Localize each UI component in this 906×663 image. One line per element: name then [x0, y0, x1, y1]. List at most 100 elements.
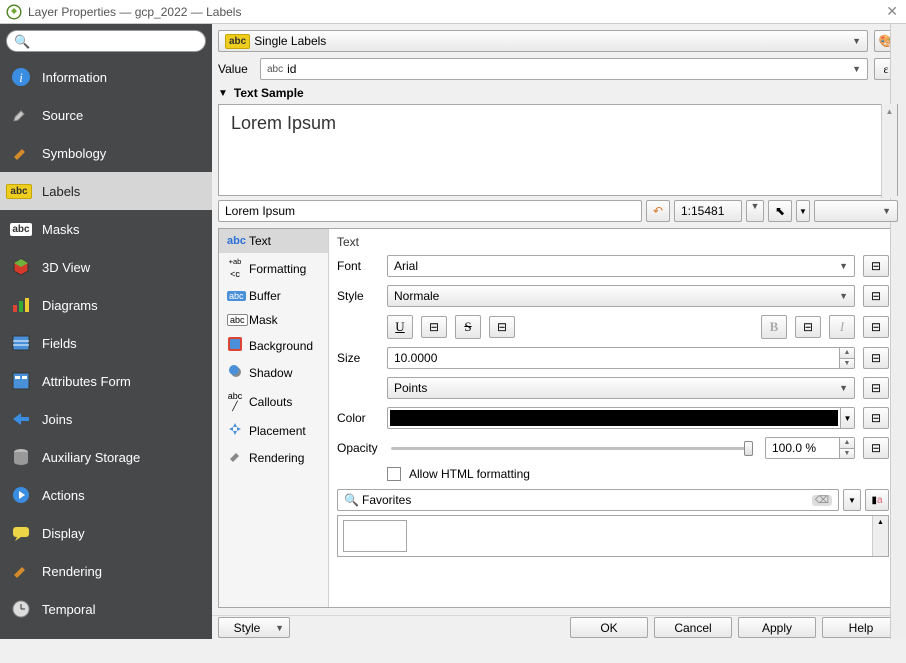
disclosure-triangle-icon: ▼	[218, 88, 228, 99]
favorites-scrollbar[interactable]: ▲	[872, 516, 888, 556]
tab-callouts[interactable]: abc╱Callouts	[219, 386, 328, 417]
spin-down[interactable]: ▼	[840, 449, 854, 459]
usb-row: U ⊟ S ⊟ B ⊟ I ⊟	[337, 315, 889, 339]
style-manager-button[interactable]: ▮a	[865, 489, 889, 511]
sidebar-item-rendering[interactable]: Rendering	[0, 552, 212, 590]
style-select[interactable]: Normale▼	[387, 285, 855, 307]
cancel-button[interactable]: Cancel	[654, 617, 732, 638]
bold-button[interactable]: B	[761, 315, 787, 339]
font-value: Arial	[394, 259, 418, 273]
sidebar-item-label: Joins	[42, 412, 72, 427]
sidebar-item-symbology[interactable]: Symbology	[0, 134, 212, 172]
unit-data-defined-button[interactable]: ⊟	[863, 377, 889, 399]
sidebar-item-information[interactable]: iInformation	[0, 58, 212, 96]
tab-placement[interactable]: Placement	[219, 417, 328, 444]
apply-button[interactable]: Apply	[738, 617, 816, 638]
style-menu-button[interactable]: Style▼	[218, 617, 290, 638]
sidebar-item-attributes-form[interactable]: Attributes Form	[0, 362, 212, 400]
data-defined-icon: ⊟	[871, 441, 881, 455]
value-field-select[interactable]: abc id ▼	[260, 58, 868, 80]
sidebar-item-labels[interactable]: abcLabels	[0, 172, 212, 210]
chevron-down-icon: ▼	[839, 383, 848, 393]
italic-button[interactable]: I	[829, 315, 855, 339]
background-color-select[interactable]: ▼	[814, 200, 898, 222]
favorites-list[interactable]: ▲	[337, 515, 889, 557]
style-icon: ▮a	[871, 495, 882, 506]
font-select[interactable]: Arial▼	[387, 255, 855, 277]
reset-preview-button[interactable]: ↶	[646, 200, 670, 222]
bold-data-defined-button[interactable]: ⊟	[795, 316, 821, 338]
help-button[interactable]: Help	[822, 617, 900, 638]
placement-icon	[227, 422, 243, 439]
spin-up[interactable]: ▲	[840, 438, 854, 449]
opacity-value: 100.0 %	[772, 441, 816, 455]
font-data-defined-button[interactable]: ⊟	[863, 255, 889, 277]
spin-down[interactable]: ▼	[840, 359, 854, 369]
map-identify-button[interactable]: ⬉	[768, 200, 792, 222]
tab-text[interactable]: abcText	[219, 229, 328, 253]
sidebar-item-auxiliary-storage[interactable]: Auxiliary Storage	[0, 438, 212, 476]
shadow-icon	[227, 364, 243, 381]
svg-text:i: i	[19, 70, 23, 85]
data-defined-icon: ⊟	[429, 320, 439, 334]
sidebar-search-input[interactable]	[6, 30, 206, 52]
underline-button[interactable]: U	[387, 315, 413, 339]
opacity-slider[interactable]	[391, 447, 753, 450]
size-unit-select[interactable]: Points▼	[387, 377, 855, 399]
sidebar-item-source[interactable]: Source	[0, 96, 212, 134]
ok-button[interactable]: OK	[570, 617, 648, 638]
map-identify-dropdown[interactable]: ▼	[796, 200, 810, 222]
scale-input[interactable]: 1:15481	[674, 200, 742, 222]
tab-formatting[interactable]: +ab<cFormatting	[219, 253, 328, 284]
size-data-defined-button[interactable]: ⊟	[863, 347, 889, 369]
underline-data-defined-button[interactable]: ⊟	[421, 316, 447, 338]
label-mode-select[interactable]: abc Single Labels ▼	[218, 30, 868, 52]
chevron-down-icon: ▼	[852, 64, 861, 74]
strikeout-data-defined-button[interactable]: ⊟	[489, 316, 515, 338]
scale-dropdown-button[interactable]: ▼	[746, 200, 764, 222]
tab-rendering[interactable]: Rendering	[219, 444, 328, 471]
clear-icon[interactable]: ⌫	[812, 495, 832, 506]
opacity-data-defined-button[interactable]: ⊟	[863, 437, 889, 459]
chevron-down-icon: ▼	[852, 36, 861, 46]
sidebar-item-label: Actions	[42, 488, 85, 503]
tab-mask[interactable]: abcMask	[219, 308, 328, 332]
spin-up[interactable]: ▲	[840, 348, 854, 359]
style-data-defined-button[interactable]: ⊟	[863, 285, 889, 307]
preview-text-input[interactable]: Lorem Ipsum	[218, 200, 642, 222]
tab-label: Rendering	[249, 451, 304, 465]
color-button[interactable]: ▼	[387, 407, 855, 429]
wrench-icon	[10, 104, 32, 126]
sidebar-item-label: Fields	[42, 336, 77, 351]
tab-shadow[interactable]: Shadow	[219, 359, 328, 386]
content: abc Single Labels ▼ 🎨 Value abc id ▼ ε ▼	[212, 24, 906, 639]
color-data-defined-button[interactable]: ⊟	[863, 407, 889, 429]
sidebar-item-masks[interactable]: abcMasks	[0, 210, 212, 248]
opacity-spinner[interactable]: 100.0 % ▲▼	[765, 437, 855, 459]
sidebar-item-temporal[interactable]: Temporal	[0, 590, 212, 628]
tab-background[interactable]: Background	[219, 332, 328, 359]
sidebar-item-variables[interactable]: εVariables	[0, 628, 212, 639]
close-icon[interactable]: ✕	[886, 3, 898, 20]
tab-buffer[interactable]: abcBuffer	[219, 284, 328, 308]
favorite-item[interactable]	[343, 520, 407, 552]
sidebar-item-label: Attributes Form	[42, 374, 131, 389]
sidebar-item-joins[interactable]: Joins	[0, 400, 212, 438]
label-mode-value: Single Labels	[254, 34, 326, 48]
preview-scrollbar[interactable]: ▲	[881, 104, 897, 198]
size-spinner[interactable]: 10.0000 ▲▼	[387, 347, 855, 369]
sidebar-item-3dview[interactable]: 3D View	[0, 248, 212, 286]
sidebar-item-display[interactable]: Display	[0, 514, 212, 552]
favorites-dropdown-button[interactable]: ▼	[843, 489, 861, 511]
favorites-search[interactable]: 🔍 Favorites ⌫	[337, 489, 839, 511]
unit-row: Points▼ ⊟	[337, 377, 889, 399]
italic-data-defined-button[interactable]: ⊟	[863, 316, 889, 338]
sidebar-item-fields[interactable]: Fields	[0, 324, 212, 362]
sidebar-item-actions[interactable]: Actions	[0, 476, 212, 514]
text-sample-header[interactable]: ▼ Text Sample	[218, 86, 898, 100]
data-defined-icon: ⊟	[871, 381, 881, 395]
chevron-down-icon: ▼	[839, 291, 848, 301]
allow-html-checkbox[interactable]	[387, 467, 401, 481]
sidebar-item-diagrams[interactable]: Diagrams	[0, 286, 212, 324]
strikeout-button[interactable]: S	[455, 315, 481, 339]
